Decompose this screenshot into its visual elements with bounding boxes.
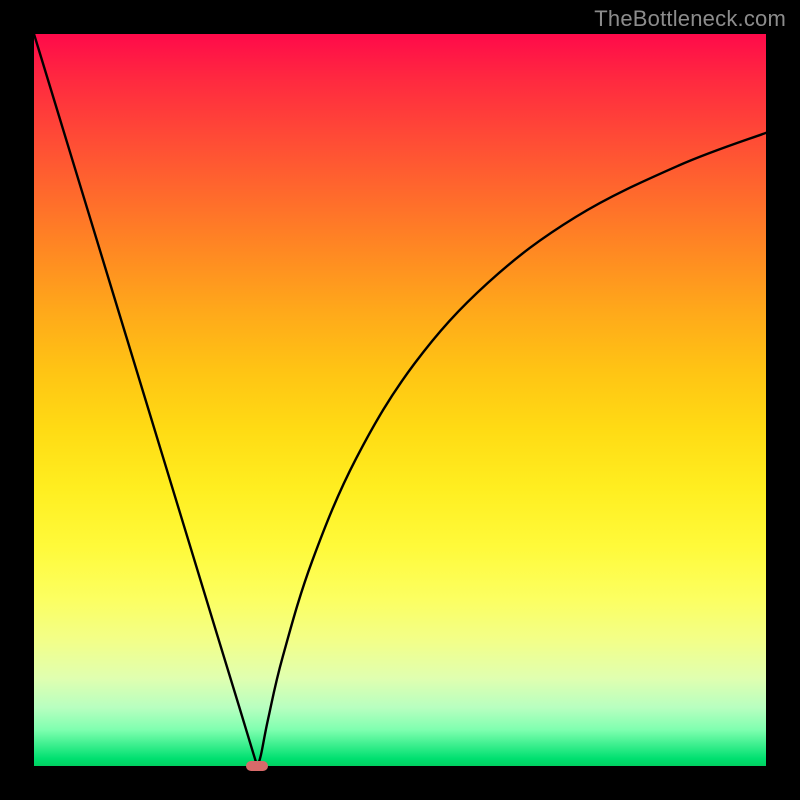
cusp-marker [246,761,268,771]
chart-curve-svg [34,34,766,766]
bottleneck-curve [34,34,766,766]
chart-frame [34,34,766,766]
watermark-text: TheBottleneck.com [594,6,786,32]
